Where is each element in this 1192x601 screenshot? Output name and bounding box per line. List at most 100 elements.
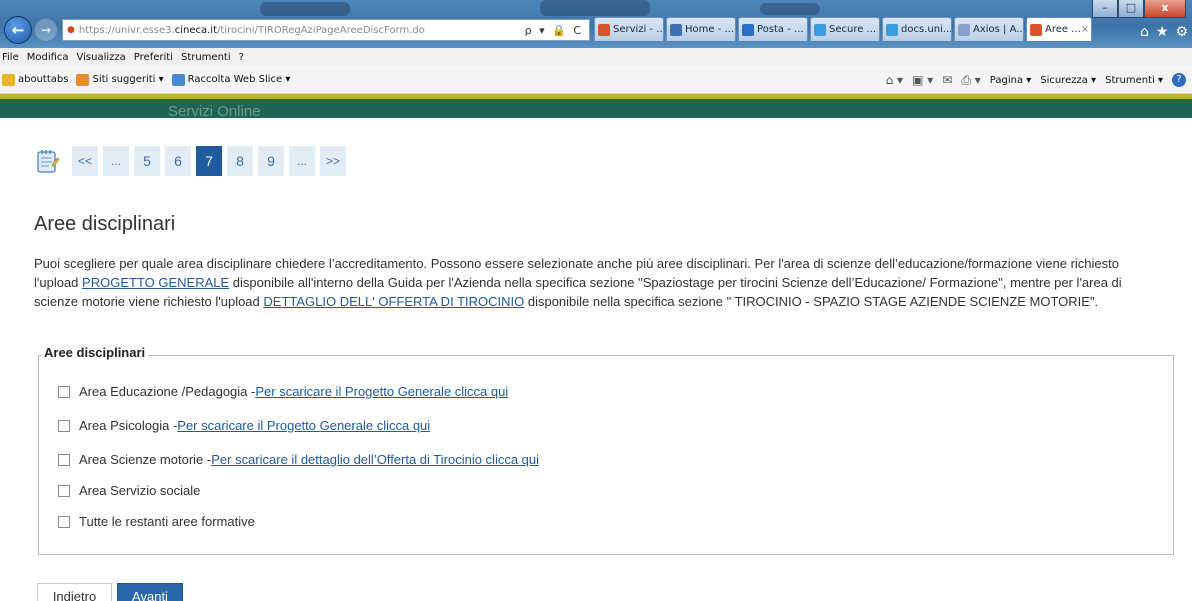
menu-item[interactable]: Preferiti <box>134 52 173 63</box>
tab-label: Aree ... <box>1045 24 1081 35</box>
favorite-icon <box>2 73 15 86</box>
back-button[interactable]: Indietro <box>37 583 112 601</box>
url-path: /tirocini/TIRORegAziPageAreeDiscForm.do <box>217 24 425 36</box>
browser-tab[interactable]: Posta - ... <box>738 17 808 41</box>
close-window-button[interactable]: x <box>1144 0 1186 18</box>
feeds-icon[interactable]: ▣ ▾ <box>912 73 933 87</box>
favorite-label: Raccolta Web Slice ▾ <box>187 74 291 85</box>
favorite-item[interactable]: Siti suggeriti ▾ <box>76 73 164 86</box>
area-label: Area Psicologia - <box>79 418 178 433</box>
command-menu[interactable]: Pagina ▾ <box>990 75 1032 86</box>
site-header-stripe <box>0 94 1192 99</box>
close-tab-icon[interactable]: × <box>1081 24 1089 35</box>
pager-page-6[interactable]: 6 <box>165 146 191 176</box>
command-bar: ⌂ ▾ ▣ ▾ ✉ ⎙ ▾ Pagina ▾ Sicurezza ▾ Strumen… <box>886 66 1186 94</box>
tab-favicon-icon <box>598 23 610 36</box>
area-checkbox[interactable] <box>58 484 70 497</box>
pager-page-8[interactable]: 8 <box>227 146 253 176</box>
url-prefix: https://univr.esse3. <box>78 24 175 36</box>
area-checkbox[interactable] <box>58 385 70 398</box>
browser-tab[interactable]: Axios | A... <box>954 17 1024 41</box>
forward-arrow-icon[interactable]: → <box>34 18 58 42</box>
browser-right-icons: ⌂ ★ ⚙ <box>1140 24 1188 40</box>
favorite-label: Siti suggeriti ▾ <box>92 74 164 85</box>
page-title: Aree disciplinari <box>34 213 176 235</box>
intro-text: Puoi scegliere per quale area disciplina… <box>34 255 1164 312</box>
area-option: Area Servizio sociale <box>58 483 200 498</box>
favorite-icon <box>76 73 90 86</box>
browser-tab[interactable]: Aree ... × <box>1026 17 1092 41</box>
browser-tab[interactable]: Home - ... <box>666 17 736 41</box>
fieldset-legend: Aree disciplinari <box>41 345 149 360</box>
dettaglio-offerta-link[interactable]: DETTAGLIO DELL' OFFERTA DI TIROCINIO <box>263 294 524 309</box>
pager-first-button[interactable]: << <box>72 146 98 176</box>
pager-ellipsis: ... <box>289 146 315 176</box>
tab-strip: Servizi - ... Home - ... Posta - ... Secure… <box>594 17 1092 41</box>
area-checkbox[interactable] <box>58 515 70 528</box>
download-link[interactable]: Per scaricare il Progetto Generale clicc… <box>177 418 430 433</box>
print-icon[interactable]: ⎙ ▾ <box>961 73 980 88</box>
address-tools[interactable]: ρ ▾ 🔒 C <box>525 24 589 37</box>
progetto-generale-link[interactable]: PROGETTO GENERALE <box>82 275 229 290</box>
address-bar[interactable]: ● https://univr.esse3.cineca.it/tirocini… <box>62 19 590 41</box>
notepad-icon <box>37 150 60 173</box>
pager: <<... 5 6 7 8 9... >> <box>34 146 351 176</box>
menu-item[interactable]: ? <box>239 52 244 63</box>
next-button[interactable]: Avanti <box>117 583 183 601</box>
url-domain: cineca.it <box>174 24 217 36</box>
address-url[interactable]: https://univr.esse3.cineca.it/tirocini/T… <box>79 25 525 36</box>
tab-label: Secure ... <box>829 24 877 35</box>
site-favicon-icon: ● <box>67 25 75 35</box>
area-option: Area Educazione /Pedagogia - Per scarica… <box>58 384 508 399</box>
command-menu[interactable]: Sicurezza ▾ <box>1040 75 1096 86</box>
maximize-button[interactable]: □ <box>1118 0 1144 18</box>
minimize-button[interactable]: – <box>1092 0 1118 18</box>
area-checkbox[interactable] <box>58 419 70 432</box>
window-controls: – □ x <box>1092 0 1186 18</box>
browser-tab[interactable]: Secure ... <box>810 17 880 41</box>
back-arrow-icon[interactable]: ← <box>4 16 32 44</box>
titlebar-background-shape <box>540 0 650 16</box>
tab-label: Axios | A... <box>973 24 1024 35</box>
area-option: Area Psicologia - Per scaricare il Proge… <box>58 418 430 433</box>
area-label: Area Scienze motorie - <box>79 452 212 467</box>
mail-icon[interactable]: ✉ <box>942 73 952 87</box>
command-menu[interactable]: Strumenti ▾ <box>1105 75 1163 86</box>
area-label: Area Educazione /Pedagogia - <box>79 384 256 399</box>
tab-label: Servizi - ... <box>613 24 664 35</box>
menu-item[interactable]: Visualizza <box>77 52 126 63</box>
tab-label: docs.uni... <box>901 24 952 35</box>
area-label: Tutte le restanti aree formative <box>79 514 255 529</box>
menu-item[interactable]: Modifica <box>27 52 69 63</box>
help-icon[interactable]: ? <box>1172 73 1186 87</box>
pager-page-9[interactable]: 9 <box>258 146 284 176</box>
browser-tab[interactable]: docs.uni... <box>882 17 952 41</box>
favorite-label: abouttabs <box>18 74 69 85</box>
favorite-item[interactable]: Raccolta Web Slice ▾ <box>171 73 291 86</box>
menu-item[interactable]: File <box>2 52 19 63</box>
pager-page-7[interactable]: 7 <box>196 146 222 176</box>
site-header: Servizi Online <box>0 94 1192 118</box>
home-page-icon[interactable]: ⌂ ▾ <box>886 73 903 87</box>
favorite-item[interactable]: abouttabs <box>2 73 69 86</box>
gear-icon[interactable]: ⚙ <box>1175 24 1188 40</box>
pager-last-button[interactable]: >> <box>320 146 346 176</box>
home-icon[interactable]: ⌂ <box>1140 24 1149 40</box>
pager-page-5[interactable]: 5 <box>134 146 160 176</box>
menu-item[interactable]: Strumenti <box>181 52 231 63</box>
area-label: Area Servizio sociale <box>79 483 201 498</box>
tab-favicon-icon <box>886 23 898 36</box>
browser-tab[interactable]: Servizi - ... <box>594 17 664 41</box>
tab-label: Posta - ... <box>757 24 804 35</box>
area-option: Area Scienze motorie - Per scaricare il … <box>58 452 539 467</box>
tab-favicon-icon <box>958 23 970 36</box>
area-checkbox[interactable] <box>58 453 70 466</box>
tab-favicon-icon <box>742 23 754 36</box>
tab-label: Home - ... <box>685 24 735 35</box>
download-link[interactable]: Per scaricare il dettaglio dell’Offerta … <box>211 452 539 467</box>
download-link[interactable]: Per scaricare il Progetto Generale clicc… <box>255 384 508 399</box>
favorites-star-icon[interactable]: ★ <box>1156 24 1169 40</box>
menu-bar: File Modifica Visualizza Preferiti Strumenti… <box>0 48 1192 66</box>
tab-favicon-icon <box>670 23 682 36</box>
titlebar-background-shape <box>760 3 820 15</box>
